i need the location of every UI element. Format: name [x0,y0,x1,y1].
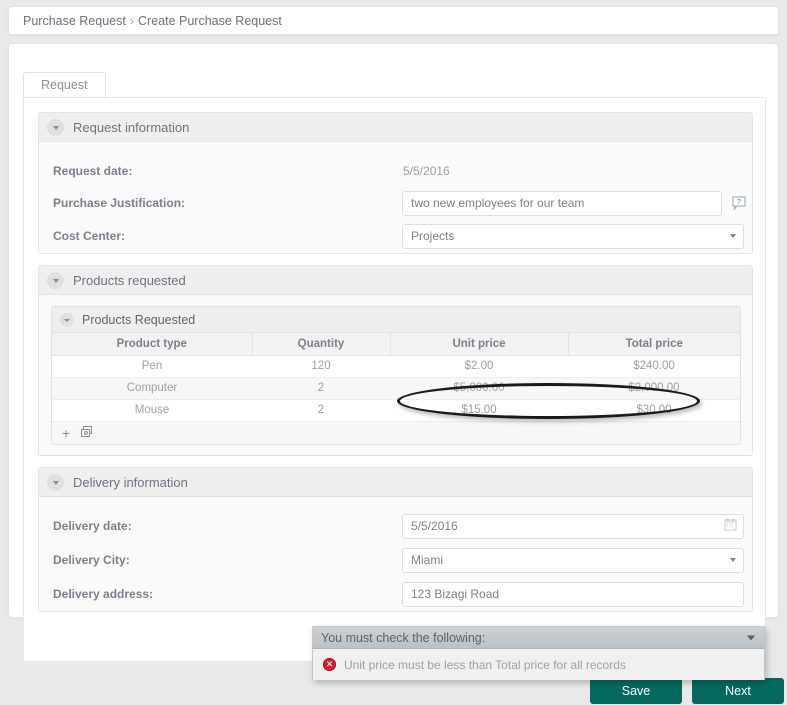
validation-popup-header[interactable]: You must check the following: [313,627,764,649]
column-header-quantity: Quantity [252,333,391,356]
products-grid-title: Products Requested [82,312,196,327]
table-header-row: Product type Quantity Unit price Total p… [52,333,740,356]
chevron-down-icon[interactable] [747,635,755,640]
delivery-address-value: 123 Bizagi Road [411,587,500,601]
tab-request-label: Request [41,78,88,92]
products-grid-header[interactable]: Products Requested [52,307,740,333]
field-request-date: Request date: 5/5/2016 [39,159,752,183]
section-products-requested-title: Products requested [73,272,186,288]
products-table: Product type Quantity Unit price Total p… [52,333,740,422]
field-delivery-address: Delivery address: 123 Bizagi Road [39,581,752,607]
cell-unit-price: $5,000.00 [390,377,568,400]
section-delivery-information: Delivery information Delivery date: 5/5/… [38,467,753,612]
delivery-date-input[interactable]: 5/5/2016 [402,513,744,539]
section-request-information-body: Request date: 5/5/2016 Purchase Justific… [39,142,752,253]
purchase-request-page: Purchase Request › Create Purchase Request… [0,0,787,705]
validation-popup: You must check the following: ✕ Unit pri… [312,626,765,680]
request-date-label: Request date: [53,164,133,178]
section-products-requested-body: Products Requested Product type Quantity [39,295,752,455]
delivery-city-dropdown[interactable]: Miami [402,547,744,573]
cell-product-type: Mouse [52,399,252,422]
column-header-total-price: Total price [568,333,740,356]
table-row[interactable]: Pen 120 $2.00 $240.00 [52,355,740,378]
main-card: Request Request information Request date… [8,43,779,662]
cost-center-value: Projects [411,229,455,243]
section-request-information-title: Request information [73,119,190,135]
products-grid-panel: Products Requested Product type Quantity [51,306,741,445]
tab-request[interactable]: Request [23,72,106,98]
breadcrumb: Purchase Request › Create Purchase Request [23,14,282,28]
delivery-city-value: Miami [411,553,443,567]
validation-message-text: Unit price must be less than Total price… [344,657,626,672]
section-products-requested: Products requested Products Requested Pr… [38,265,753,456]
save-button[interactable]: Save [590,678,682,704]
cell-unit-price: $15.00 [390,399,568,422]
cost-center-label: Cost Center: [53,229,126,243]
section-delivery-information-header[interactable]: Delivery information [39,468,752,497]
products-grid-footer: + [52,421,740,444]
chevron-down-icon[interactable] [47,473,64,491]
cell-quantity: 120 [252,355,390,378]
cell-total-price: $240.00 [568,355,740,378]
error-circle-icon: ✕ [323,658,336,671]
chevron-down-icon[interactable] [730,558,736,562]
validation-popup-title: You must check the following: [321,630,486,645]
chevron-down-icon[interactable] [47,118,64,136]
delivery-address-label: Delivery address: [53,587,154,601]
request-date-value: 5/5/2016 [403,164,450,178]
delivery-address-input[interactable]: 123 Bizagi Road [402,581,744,607]
delivery-city-label: Delivery City: [53,553,130,567]
calendar-icon[interactable] [724,518,737,534]
tabstrip: Request [23,71,106,98]
section-products-requested-header[interactable]: Products requested [39,266,752,295]
section-request-information: Request information Request date: 5/5/20… [38,112,753,254]
table-row[interactable]: Mouse 2 $15.00 $30.00 [52,399,740,422]
cell-unit-price: $2.00 [390,355,568,378]
svg-text:?: ? [737,199,741,206]
table-row[interactable]: Computer 2 $5,000.00 $2,000.00 [52,377,740,400]
cell-product-type: Computer [52,377,252,400]
field-cost-center: Cost Center: Projects [39,223,752,249]
column-header-unit-price: Unit price [390,333,569,356]
cell-quantity: 2 [252,399,390,422]
field-delivery-date: Delivery date: 5/5/2016 [39,513,752,539]
delivery-date-label: Delivery date: [53,519,132,533]
chevron-down-icon[interactable] [47,271,64,289]
section-delivery-information-body: Delivery date: 5/5/2016 Delivery City: M… [39,497,752,611]
help-balloon-icon[interactable]: ? [732,196,746,210]
delivery-date-value: 5/5/2016 [411,519,458,533]
column-header-product-type: Product type [52,333,253,356]
cell-total-price: $30.00 [568,399,740,422]
chevron-down-icon[interactable] [60,312,74,327]
section-delivery-information-title: Delivery information [73,474,188,490]
breadcrumb-bar: Purchase Request › Create Purchase Request [8,6,779,35]
section-request-information-header[interactable]: Request information [39,113,752,142]
copy-row-icon[interactable] [80,425,93,441]
cell-total-price: $2,000.00 [568,377,740,400]
cell-product-type: Pen [52,355,252,378]
validation-message-row: ✕ Unit price must be less than Total pri… [313,649,764,680]
breadcrumb-root[interactable]: Purchase Request [23,14,126,28]
breadcrumb-current: Create Purchase Request [138,13,282,28]
plus-icon[interactable]: + [62,426,70,440]
cell-quantity: 2 [252,377,390,400]
purchase-justification-value: two new employees for our team [411,196,585,210]
purchase-justification-input[interactable]: two new employees for our team [402,190,722,216]
next-button[interactable]: Next [692,678,784,704]
field-delivery-city: Delivery City: Miami [39,547,752,573]
cost-center-dropdown[interactable]: Projects [402,223,744,249]
form-body: Request information Request date: 5/5/20… [23,97,766,662]
breadcrumb-separator: › [129,13,135,28]
purchase-justification-label: Purchase Justification: [53,196,186,210]
field-purchase-justification: Purchase Justification: two new employee… [39,190,752,216]
chevron-down-icon[interactable] [730,234,736,238]
